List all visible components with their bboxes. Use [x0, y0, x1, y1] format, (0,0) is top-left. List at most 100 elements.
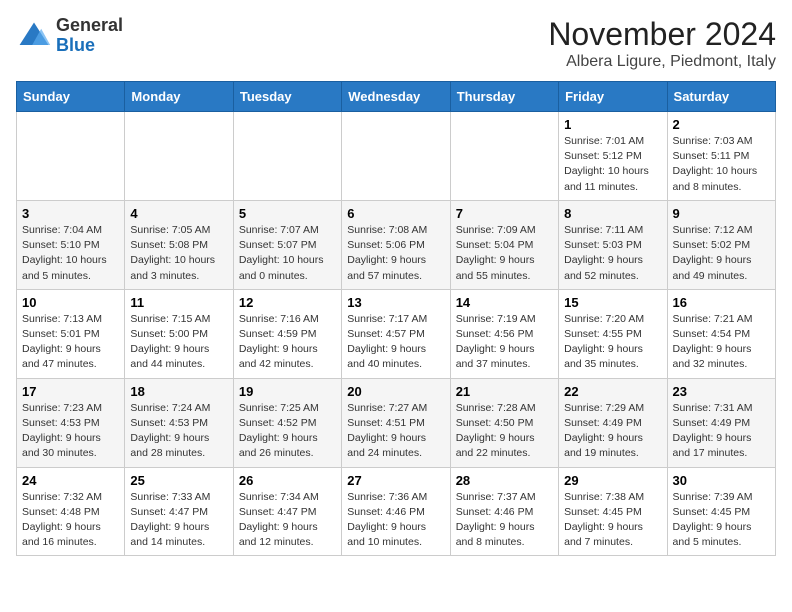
- title-area: November 2024 Albera Ligure, Piedmont, I…: [548, 16, 776, 71]
- calendar-cell: 28 Sunrise: 7:37 AM Sunset: 4:46 PM Dayli…: [450, 467, 558, 556]
- weekday-header-tuesday: Tuesday: [233, 82, 341, 112]
- logo-general: General: [56, 15, 123, 35]
- calendar-cell: 1 Sunrise: 7:01 AM Sunset: 5:12 PM Daylig…: [559, 112, 667, 201]
- calendar-cell: 16 Sunrise: 7:21 AM Sunset: 4:54 PM Dayli…: [667, 289, 775, 378]
- calendar-cell: 15 Sunrise: 7:20 AM Sunset: 4:55 PM Dayli…: [559, 289, 667, 378]
- day-number: 6: [347, 206, 444, 221]
- day-number: 29: [564, 473, 661, 488]
- weekday-header-monday: Monday: [125, 82, 233, 112]
- calendar-cell: 3 Sunrise: 7:04 AM Sunset: 5:10 PM Daylig…: [17, 200, 125, 289]
- day-detail: Sunrise: 7:31 AM Sunset: 4:49 PM Dayligh…: [673, 401, 770, 462]
- day-number: 5: [239, 206, 336, 221]
- calendar-cell: 29 Sunrise: 7:38 AM Sunset: 4:45 PM Dayli…: [559, 467, 667, 556]
- day-detail: Sunrise: 7:16 AM Sunset: 4:59 PM Dayligh…: [239, 312, 336, 373]
- day-number: 26: [239, 473, 336, 488]
- calendar-cell: 20 Sunrise: 7:27 AM Sunset: 4:51 PM Dayli…: [342, 378, 450, 467]
- day-detail: Sunrise: 7:01 AM Sunset: 5:12 PM Dayligh…: [564, 134, 661, 195]
- day-number: 25: [130, 473, 227, 488]
- calendar-cell: [17, 112, 125, 201]
- logo: General Blue: [16, 16, 123, 56]
- day-detail: Sunrise: 7:33 AM Sunset: 4:47 PM Dayligh…: [130, 490, 227, 551]
- calendar-cell: 26 Sunrise: 7:34 AM Sunset: 4:47 PM Dayli…: [233, 467, 341, 556]
- day-number: 18: [130, 384, 227, 399]
- day-detail: Sunrise: 7:19 AM Sunset: 4:56 PM Dayligh…: [456, 312, 553, 373]
- day-number: 19: [239, 384, 336, 399]
- calendar-cell: 17Sunrise: 7:23 AM Sunset: 4:53 PM Dayli…: [17, 378, 125, 467]
- calendar-cell: 2 Sunrise: 7:03 AM Sunset: 5:11 PM Daylig…: [667, 112, 775, 201]
- calendar-cell: 27Sunrise: 7:36 AM Sunset: 4:46 PM Dayli…: [342, 467, 450, 556]
- calendar-week-row: 24 Sunrise: 7:32 AM Sunset: 4:48 PM Dayli…: [17, 467, 776, 556]
- day-number: 13: [347, 295, 444, 310]
- calendar-cell: 23Sunrise: 7:31 AM Sunset: 4:49 PM Dayli…: [667, 378, 775, 467]
- logo-blue: Blue: [56, 35, 95, 55]
- weekday-header-wednesday: Wednesday: [342, 82, 450, 112]
- day-number: 1: [564, 117, 661, 132]
- day-detail: Sunrise: 7:37 AM Sunset: 4:46 PM Dayligh…: [456, 490, 553, 551]
- weekday-header-saturday: Saturday: [667, 82, 775, 112]
- day-number: 3: [22, 206, 119, 221]
- day-number: 28: [456, 473, 553, 488]
- page-header: General Blue November 2024 Albera Ligure…: [16, 16, 776, 71]
- day-detail: Sunrise: 7:34 AM Sunset: 4:47 PM Dayligh…: [239, 490, 336, 551]
- calendar-cell: 30Sunrise: 7:39 AM Sunset: 4:45 PM Dayli…: [667, 467, 775, 556]
- day-number: 8: [564, 206, 661, 221]
- weekday-header-thursday: Thursday: [450, 82, 558, 112]
- calendar-cell: 10 Sunrise: 7:13 AM Sunset: 5:01 PM Dayli…: [17, 289, 125, 378]
- calendar-cell: 12 Sunrise: 7:16 AM Sunset: 4:59 PM Dayli…: [233, 289, 341, 378]
- day-number: 11: [130, 295, 227, 310]
- day-number: 21: [456, 384, 553, 399]
- calendar-cell: 4 Sunrise: 7:05 AM Sunset: 5:08 PM Daylig…: [125, 200, 233, 289]
- calendar-cell: 19 Sunrise: 7:25 AM Sunset: 4:52 PM Dayli…: [233, 378, 341, 467]
- calendar-cell: [450, 112, 558, 201]
- calendar-cell: 13 Sunrise: 7:17 AM Sunset: 4:57 PM Dayli…: [342, 289, 450, 378]
- day-number: 14: [456, 295, 553, 310]
- day-number: 9: [673, 206, 770, 221]
- weekday-header-sunday: Sunday: [17, 82, 125, 112]
- calendar-cell: 11 Sunrise: 7:15 AM Sunset: 5:00 PM Dayli…: [125, 289, 233, 378]
- day-number: 10: [22, 295, 119, 310]
- calendar-week-row: 1 Sunrise: 7:01 AM Sunset: 5:12 PM Daylig…: [17, 112, 776, 201]
- logo-icon: [16, 18, 52, 54]
- day-detail: Sunrise: 7:29 AM Sunset: 4:49 PM Dayligh…: [564, 401, 661, 462]
- day-detail: Sunrise: 7:07 AM Sunset: 5:07 PM Dayligh…: [239, 223, 336, 284]
- day-detail: Sunrise: 7:03 AM Sunset: 5:11 PM Dayligh…: [673, 134, 770, 195]
- weekday-header-friday: Friday: [559, 82, 667, 112]
- day-detail: Sunrise: 7:25 AM Sunset: 4:52 PM Dayligh…: [239, 401, 336, 462]
- day-detail: Sunrise: 7:27 AM Sunset: 4:51 PM Dayligh…: [347, 401, 444, 462]
- day-number: 24: [22, 473, 119, 488]
- day-number: 15: [564, 295, 661, 310]
- day-detail: Sunrise: 7:36 AM Sunset: 4:46 PM Dayligh…: [347, 490, 444, 551]
- day-number: 22: [564, 384, 661, 399]
- day-detail: Sunrise: 7:20 AM Sunset: 4:55 PM Dayligh…: [564, 312, 661, 373]
- calendar-cell: 18 Sunrise: 7:24 AM Sunset: 4:53 PM Dayli…: [125, 378, 233, 467]
- day-number: 16: [673, 295, 770, 310]
- day-detail: Sunrise: 7:21 AM Sunset: 4:54 PM Dayligh…: [673, 312, 770, 373]
- month-title: November 2024: [548, 16, 776, 53]
- day-detail: Sunrise: 7:11 AM Sunset: 5:03 PM Dayligh…: [564, 223, 661, 284]
- day-number: 17: [22, 384, 119, 399]
- day-number: 4: [130, 206, 227, 221]
- calendar-table: SundayMondayTuesdayWednesdayThursdayFrid…: [16, 81, 776, 556]
- day-detail: Sunrise: 7:05 AM Sunset: 5:08 PM Dayligh…: [130, 223, 227, 284]
- logo-text: General Blue: [56, 16, 123, 56]
- day-detail: Sunrise: 7:17 AM Sunset: 4:57 PM Dayligh…: [347, 312, 444, 373]
- calendar-cell: 22 Sunrise: 7:29 AM Sunset: 4:49 PM Dayli…: [559, 378, 667, 467]
- day-detail: Sunrise: 7:24 AM Sunset: 4:53 PM Dayligh…: [130, 401, 227, 462]
- day-number: 2: [673, 117, 770, 132]
- day-detail: Sunrise: 7:13 AM Sunset: 5:01 PM Dayligh…: [22, 312, 119, 373]
- day-detail: Sunrise: 7:32 AM Sunset: 4:48 PM Dayligh…: [22, 490, 119, 551]
- day-detail: Sunrise: 7:38 AM Sunset: 4:45 PM Dayligh…: [564, 490, 661, 551]
- calendar-cell: 8 Sunrise: 7:11 AM Sunset: 5:03 PM Daylig…: [559, 200, 667, 289]
- day-detail: Sunrise: 7:39 AM Sunset: 4:45 PM Dayligh…: [673, 490, 770, 551]
- calendar-week-row: 17Sunrise: 7:23 AM Sunset: 4:53 PM Dayli…: [17, 378, 776, 467]
- day-number: 20: [347, 384, 444, 399]
- calendar-week-row: 10 Sunrise: 7:13 AM Sunset: 5:01 PM Dayli…: [17, 289, 776, 378]
- calendar-cell: 5 Sunrise: 7:07 AM Sunset: 5:07 PM Daylig…: [233, 200, 341, 289]
- day-detail: Sunrise: 7:15 AM Sunset: 5:00 PM Dayligh…: [130, 312, 227, 373]
- day-number: 12: [239, 295, 336, 310]
- calendar-cell: 24 Sunrise: 7:32 AM Sunset: 4:48 PM Dayli…: [17, 467, 125, 556]
- day-detail: Sunrise: 7:04 AM Sunset: 5:10 PM Dayligh…: [22, 223, 119, 284]
- day-detail: Sunrise: 7:28 AM Sunset: 4:50 PM Dayligh…: [456, 401, 553, 462]
- calendar-cell: [233, 112, 341, 201]
- day-number: 7: [456, 206, 553, 221]
